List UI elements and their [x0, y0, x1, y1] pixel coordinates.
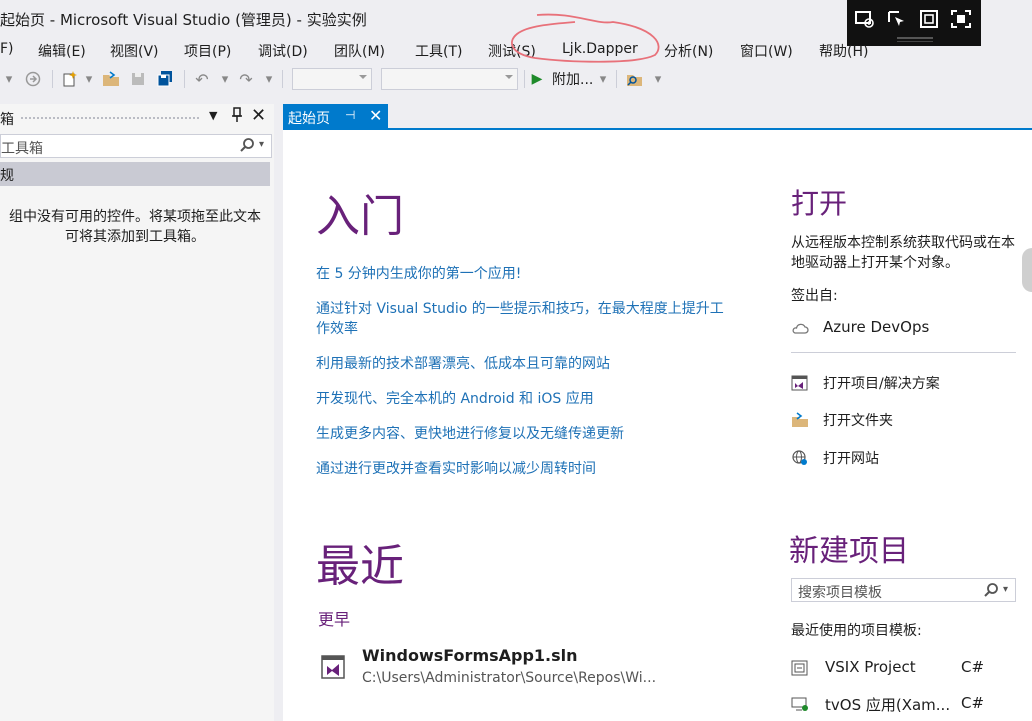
toolbox-search-input[interactable]: 工具箱 ▾: [0, 134, 272, 158]
close-icon[interactable]: ✕: [251, 105, 266, 126]
toolbox-search-placeholder: 工具箱: [1, 141, 43, 157]
attach-dropdown-icon[interactable]: ▾: [598, 70, 608, 88]
open-description: 从远程版本控制系统获取代码或在本地驱动器上打开某个对象。: [791, 235, 1015, 271]
redo-dropdown-icon[interactable]: ▾: [264, 70, 274, 88]
vsix-icon: [791, 659, 809, 677]
solution-platform-combo[interactable]: [381, 68, 518, 90]
toolbox-empty-message: 组中没有可用的控件。将某项拖至此文本 可将其添加到工具箱。: [0, 207, 270, 247]
azure-devops-link[interactable]: Azure DevOps: [791, 318, 1016, 340]
menu-debug[interactable]: 调试(D): [258, 41, 308, 61]
getting-started-link[interactable]: 在 5 分钟内生成你的第一个应用!: [316, 264, 736, 284]
open-folder-link[interactable]: 打开文件夹: [791, 410, 1016, 432]
new-project-dropdown-icon[interactable]: ▾: [84, 70, 94, 88]
recent-templates-label: 最近使用的项目模板:: [791, 623, 922, 639]
menu-file[interactable]: F): [0, 41, 14, 57]
template-search-placeholder: 搜索项目模板: [798, 585, 882, 601]
recent-group-label: 更早: [318, 610, 351, 629]
recent-item[interactable]: WindowsFormsApp1.sln C:\Users\Administra…: [318, 644, 738, 690]
start-page: 入门 在 5 分钟内生成你的第一个应用! 通过针对 Visual Studio …: [283, 130, 1032, 721]
menu-test[interactable]: 测试(S): [488, 41, 536, 61]
region-capture-icon[interactable]: [950, 9, 972, 29]
attach-button[interactable]: 附加...: [552, 70, 600, 88]
window-title: 起始页 - Microsoft Visual Studio (管理员) - 实验…: [0, 11, 367, 29]
checkout-label: 签出自:: [791, 288, 838, 304]
getting-started-link[interactable]: 通过针对 Visual Studio 的一些提示和技巧，在最大程度上提升工作效率: [316, 299, 736, 339]
menu-project[interactable]: 项目(P): [184, 41, 231, 61]
toolbox-group-general[interactable]: 规: [0, 162, 270, 186]
menu-bar: F) 编辑(E) 视图(V) 项目(P) 调试(D) 团队(M) 工具(T) 测…: [0, 36, 1032, 64]
menu-view[interactable]: 视图(V): [110, 41, 159, 61]
menu-window[interactable]: 窗口(W): [740, 41, 793, 61]
toolbox-empty-text: 组中没有可用的控件。将某项拖至此文本 可将其添加到工具箱。: [9, 209, 261, 245]
template-search-input[interactable]: 搜索项目模板 ▾: [791, 578, 1016, 602]
recent-item-path: C:\Users\Administrator\Source\Repos\Wi..…: [362, 670, 657, 686]
template-item[interactable]: VSIX Project C#: [791, 658, 1016, 680]
new-project-icon[interactable]: [60, 70, 80, 88]
globe-icon: [791, 449, 809, 467]
getting-started-link[interactable]: 生成更多内容、更快地进行修复以及无缝传递更新: [316, 424, 736, 444]
getting-started-link[interactable]: 通过进行更改并查看实时影响以减少周转时间: [316, 459, 736, 479]
pointer-icon[interactable]: [886, 9, 908, 29]
tvos-app-icon: [791, 695, 809, 713]
standard-toolbar: ▾ ▾ ↶ ▾ ↷ ▾ ▶ 附加... ▾ ▾: [0, 64, 1032, 94]
getting-started-heading: 入门: [316, 191, 404, 242]
save-icon[interactable]: [128, 70, 148, 88]
back-dropdown-icon[interactable]: ▾: [2, 70, 16, 88]
redo-icon[interactable]: ↷: [236, 70, 256, 89]
menu-tools[interactable]: 工具(T): [415, 41, 462, 61]
pin-icon[interactable]: [230, 107, 244, 127]
template-item[interactable]: tvOS 应用(Xam... C#: [791, 694, 1016, 716]
save-all-icon[interactable]: [154, 70, 176, 88]
search-icon[interactable]: [983, 582, 999, 602]
menu-analyze[interactable]: 分析(N): [664, 41, 713, 61]
recent-heading: 最近: [316, 541, 404, 592]
search-options-icon[interactable]: ▾: [1003, 584, 1008, 595]
getting-started-link[interactable]: 开发现代、完全本机的 Android 和 iOS 应用: [316, 389, 736, 409]
solution-config-combo[interactable]: [292, 68, 372, 90]
toolbar-overflow-icon[interactable]: ▾: [652, 70, 664, 88]
find-in-files-icon[interactable]: [624, 70, 646, 88]
menu-help[interactable]: 帮助(H): [819, 41, 868, 61]
undo-icon[interactable]: ↶: [192, 70, 212, 89]
menu-ljk-dapper[interactable]: Ljk.Dapper: [562, 41, 638, 57]
toolbox-panel: 箱 ▼ ✕ 工具箱 ▾ 规 组中没有可用的控件。将某项拖至此文本 可将其添加到工…: [0, 104, 274, 721]
new-project-heading: 新建项目: [789, 534, 909, 569]
fullscreen-icon[interactable]: [918, 9, 940, 29]
toolbox-title: 箱: [0, 112, 14, 128]
menu-team[interactable]: 团队(M): [334, 41, 385, 61]
undo-dropdown-icon[interactable]: ▾: [220, 70, 230, 88]
cloud-icon: [791, 319, 809, 337]
tab-start-page[interactable]: 起始页 ⊣ ✕: [283, 104, 388, 128]
scrollbar-handle[interactable]: [1022, 248, 1032, 292]
screen-capture-icon[interactable]: [854, 9, 876, 29]
tab-pin-icon[interactable]: ⊣: [345, 108, 355, 122]
getting-started-link[interactable]: 利用最新的技术部署漂亮、低成本且可靠的网站: [316, 354, 736, 374]
menu-edit[interactable]: 编辑(E): [38, 41, 86, 61]
tab-label: 起始页: [288, 111, 330, 127]
toolbox-header: 箱 ▼ ✕: [0, 104, 274, 130]
recent-item-name: WindowsFormsApp1.sln: [362, 646, 578, 665]
search-icon[interactable]: [239, 137, 255, 157]
folder-icon: [791, 411, 809, 429]
start-icon[interactable]: ▶: [530, 70, 544, 88]
panel-menu-icon[interactable]: ▼: [209, 109, 217, 122]
open-website-link[interactable]: 打开网站: [791, 448, 1016, 470]
search-options-icon[interactable]: ▾: [259, 139, 264, 150]
open-folder-icon[interactable]: [100, 70, 122, 88]
project-solution-icon: [791, 374, 809, 392]
open-project-link[interactable]: 打开项目/解决方案: [791, 373, 1016, 395]
tab-close-icon[interactable]: ✕: [369, 106, 382, 125]
toolbox-group-label: 规: [0, 168, 14, 184]
open-heading: 打开: [791, 187, 848, 220]
forward-icon[interactable]: [24, 70, 42, 88]
solution-file-icon: [320, 653, 348, 681]
